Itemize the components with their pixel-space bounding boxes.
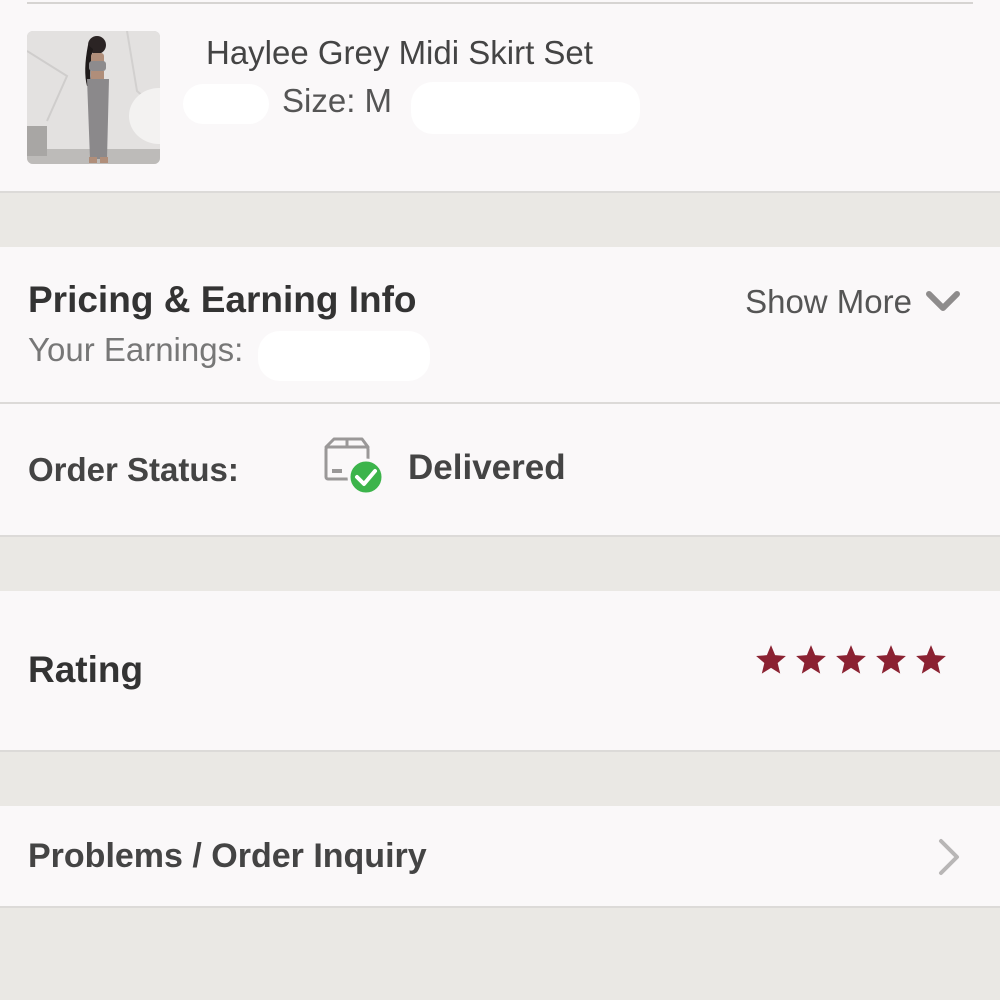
redacted-earnings [258,331,430,381]
rating-label: Rating [28,649,144,690]
chevron-right-icon [939,839,959,875]
star-icon[interactable] [834,643,868,677]
top-divider [27,2,973,4]
order-status-label: Order Status: [28,451,239,488]
star-icon[interactable] [874,643,908,677]
redacted-price [183,84,269,124]
product-size: Size: M [282,82,393,119]
divider [0,191,1000,193]
rating-section: Rating [0,591,1000,750]
rating-stars[interactable] [754,643,948,677]
redacted-details [411,82,640,134]
product-thumbnail[interactable] [27,31,160,164]
pricing-section: Pricing & Earning Info Show More Your Ea… [0,247,1000,402]
package-delivered-icon [324,437,385,495]
divider [0,750,1000,752]
star-icon[interactable] [914,643,948,677]
problems-inquiry-label: Problems / Order Inquiry [28,837,427,875]
product-name: Haylee Grey Midi Skirt Set [206,34,593,71]
show-more-button[interactable]: Show More [745,283,960,321]
star-icon[interactable] [794,643,828,677]
order-status-section: Order Status: Delivered [0,404,1000,535]
product-photo-image [27,31,160,164]
order-status-value: Delivered [408,448,566,487]
divider [0,906,1000,908]
earnings-label: Your Earnings: [28,331,244,368]
show-more-label: Show More [745,283,912,320]
product-summary: Haylee Grey Midi Skirt Set Size: M [0,0,1000,191]
problems-inquiry-row[interactable]: Problems / Order Inquiry [0,806,1000,908]
divider [0,535,1000,537]
star-icon[interactable] [754,643,788,677]
pricing-title: Pricing & Earning Info [28,279,417,320]
chevron-down-icon [926,291,960,311]
